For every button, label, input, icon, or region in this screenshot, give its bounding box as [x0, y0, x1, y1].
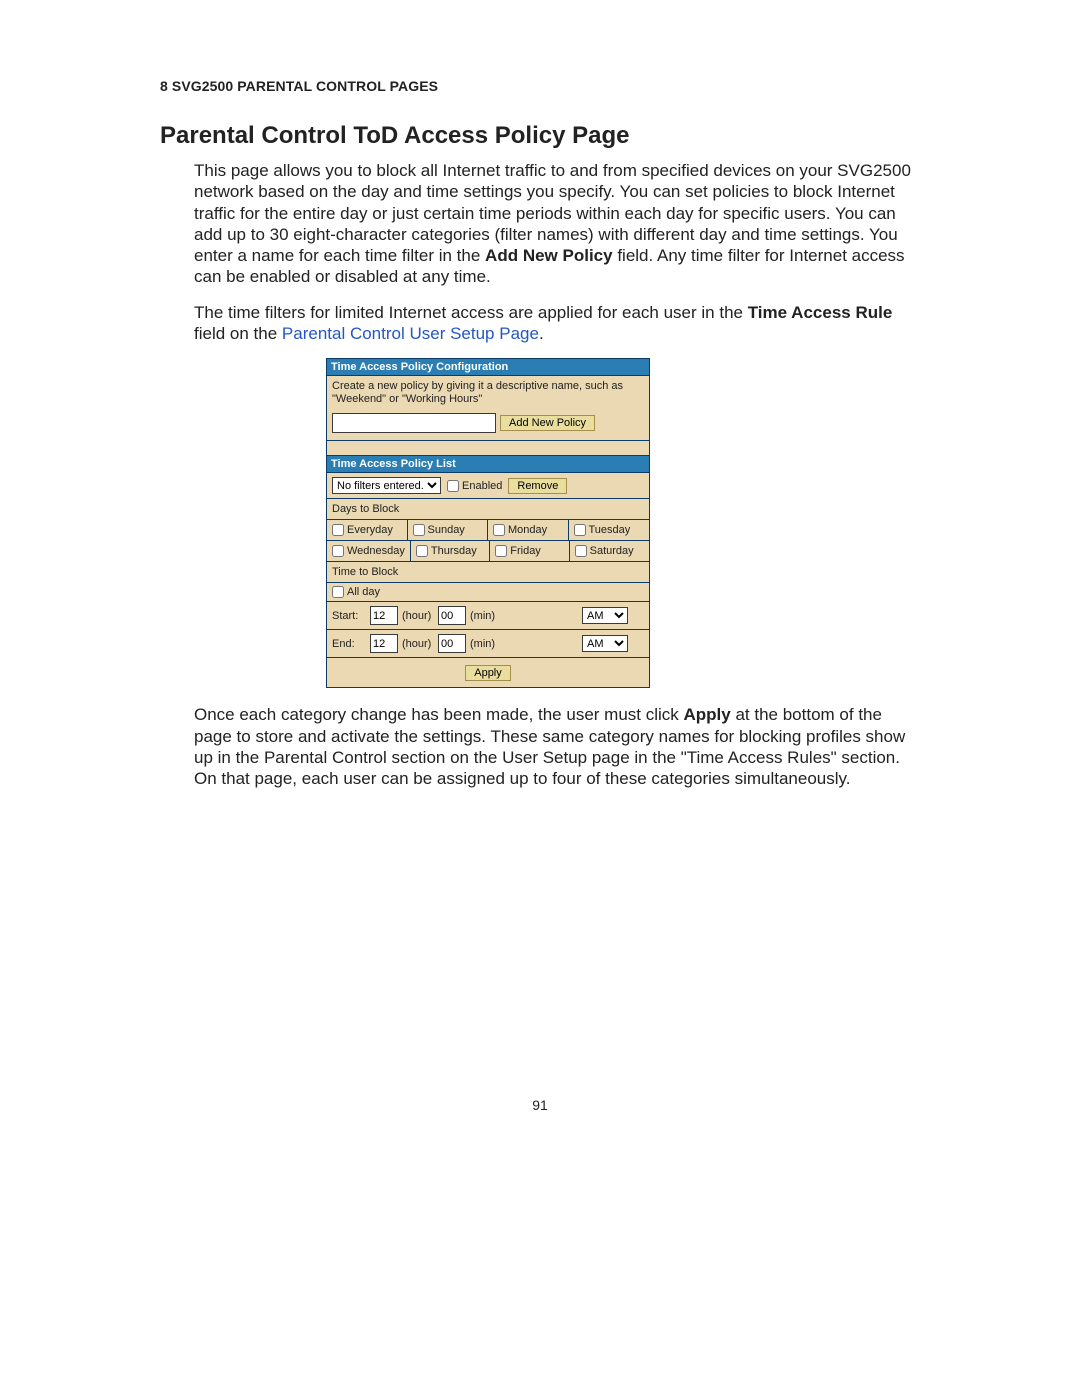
day-wednesday-label: Wednesday [347, 545, 405, 557]
end-min-input[interactable] [438, 634, 466, 653]
day-monday[interactable]: Monday [488, 520, 569, 540]
day-thursday[interactable]: Thursday [411, 541, 490, 561]
day-sunday[interactable]: Sunday [408, 520, 489, 540]
days-row-1: Everyday Sunday Monday Tuesday [327, 520, 649, 541]
day-friday-label: Friday [510, 545, 541, 557]
panel-spacer [327, 441, 649, 456]
day-monday-label: Monday [508, 524, 547, 536]
days-to-block-header: Days to Block [327, 499, 649, 520]
end-label: End: [332, 638, 370, 650]
policy-list-controls: No filters entered. Enabled Remove [327, 473, 649, 499]
p2-text-a: The time filters for limited Internet ac… [194, 303, 748, 322]
new-policy-name-input[interactable] [332, 413, 496, 433]
day-everyday[interactable]: Everyday [327, 520, 408, 540]
end-ampm-select[interactable]: AM [582, 635, 628, 652]
day-sunday-checkbox[interactable] [413, 524, 425, 536]
day-thursday-checkbox[interactable] [416, 545, 428, 557]
day-friday-checkbox[interactable] [495, 545, 507, 557]
all-day-checkbox-label[interactable]: All day [332, 586, 644, 598]
all-day-row: All day [327, 583, 649, 602]
page-title: Parental Control ToD Access Policy Page [160, 122, 920, 150]
start-hour-input[interactable] [370, 606, 398, 625]
all-day-label-text: All day [347, 586, 380, 598]
day-saturday[interactable]: Saturday [570, 541, 649, 561]
page-number: 91 [0, 1097, 1080, 1113]
days-row-2: Wednesday Thursday Friday Saturday [327, 541, 649, 562]
add-new-policy-mention: Add New Policy [485, 246, 613, 265]
day-everyday-checkbox[interactable] [332, 524, 344, 536]
enabled-checkbox-label[interactable]: Enabled [447, 480, 502, 492]
apply-row: Apply [327, 658, 649, 688]
day-saturday-label: Saturday [590, 545, 634, 557]
enabled-label-text: Enabled [462, 480, 502, 492]
intro-paragraph-2: The time filters for limited Internet ac… [194, 302, 920, 345]
start-label: Start: [332, 610, 370, 622]
p3-text-a: Once each category change has been made,… [194, 705, 684, 724]
start-min-input[interactable] [438, 606, 466, 625]
apply-mention: Apply [684, 705, 731, 724]
end-hour-unit: (hour) [402, 638, 431, 650]
config-instructions: Create a new policy by giving it a descr… [327, 376, 649, 407]
start-hour-unit: (hour) [402, 610, 431, 622]
apply-button[interactable]: Apply [465, 665, 511, 681]
start-time-row: Start: (hour) (min) AM [327, 602, 649, 630]
time-to-block-header: Time to Block [327, 562, 649, 583]
day-saturday-checkbox[interactable] [575, 545, 587, 557]
day-wednesday-checkbox[interactable] [332, 545, 344, 557]
day-everyday-label: Everyday [347, 524, 393, 536]
start-min-unit: (min) [470, 610, 495, 622]
day-monday-checkbox[interactable] [493, 524, 505, 536]
start-ampm-select[interactable]: AM [582, 607, 628, 624]
end-min-unit: (min) [470, 638, 495, 650]
day-wednesday[interactable]: Wednesday [327, 541, 411, 561]
new-policy-row: Add New Policy [327, 407, 649, 441]
time-access-rule-mention: Time Access Rule [748, 303, 893, 322]
day-tuesday-label: Tuesday [589, 524, 631, 536]
policy-list-header: Time Access Policy List [327, 456, 649, 473]
day-sunday-label: Sunday [428, 524, 465, 536]
config-panel-header: Time Access Policy Configuration [327, 359, 649, 376]
day-tuesday[interactable]: Tuesday [569, 520, 650, 540]
all-day-checkbox[interactable] [332, 586, 344, 598]
day-tuesday-checkbox[interactable] [574, 524, 586, 536]
remove-policy-button[interactable]: Remove [508, 478, 567, 494]
day-thursday-label: Thursday [431, 545, 477, 557]
end-time-row: End: (hour) (min) AM [327, 630, 649, 658]
p2-text-c: . [539, 324, 544, 343]
closing-paragraph: Once each category change has been made,… [194, 704, 920, 789]
time-access-config-panel: Time Access Policy Configuration Create … [326, 358, 650, 688]
end-hour-input[interactable] [370, 634, 398, 653]
day-friday[interactable]: Friday [490, 541, 569, 561]
enabled-checkbox[interactable] [447, 480, 459, 492]
p2-text-b: field on the [194, 324, 282, 343]
intro-paragraph-1: This page allows you to block all Intern… [194, 160, 920, 288]
add-new-policy-button[interactable]: Add New Policy [500, 415, 595, 431]
policy-filter-select[interactable]: No filters entered. [332, 477, 441, 494]
user-setup-page-link[interactable]: Parental Control User Setup Page [282, 324, 539, 343]
section-header: 8 SVG2500 PARENTAL CONTROL PAGES [160, 78, 920, 94]
document-page: 8 SVG2500 PARENTAL CONTROL PAGES Parenta… [0, 0, 1080, 1397]
